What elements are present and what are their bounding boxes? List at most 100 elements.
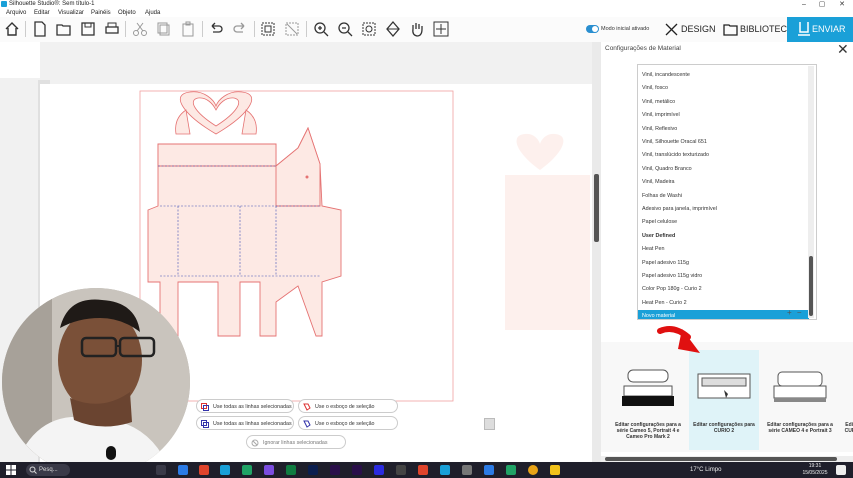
ignore-icon [251, 439, 259, 447]
machine-cameo5-label: Editar configurações para a série Cameo … [615, 422, 681, 440]
tab-library[interactable]: BIBLIOTECA [723, 22, 793, 37]
tab-send-label: ENVIAR [812, 24, 846, 34]
app-icon-5[interactable] [264, 465, 274, 475]
menu-visualizar[interactable]: Visualizar [58, 9, 84, 17]
material-item[interactable]: Vinil, Reflexivo [638, 123, 809, 136]
redo-icon[interactable] [231, 20, 249, 38]
add-material-button[interactable]: + [787, 308, 792, 317]
app-icon-4[interactable] [242, 465, 252, 475]
app-icon-11[interactable] [396, 465, 406, 475]
material-item[interactable]: Heat Pen [638, 243, 809, 256]
menu-paineis[interactable]: Painéis [91, 9, 111, 17]
app-icon-1[interactable] [178, 465, 188, 475]
ungroup-icon[interactable] [283, 20, 301, 38]
menu-ajuda[interactable]: Ajuda [145, 9, 160, 17]
popup-use-all-lines-2[interactable]: Use todas as linhas selecionadas [196, 416, 294, 430]
zoom-in-icon[interactable] [312, 20, 330, 38]
material-item[interactable]: Novo material [638, 310, 809, 319]
machine-curio-label: Edit CUR [844, 422, 853, 434]
material-item[interactable]: Vinil, translúcido texturizado [638, 149, 809, 162]
app-icon-13[interactable] [440, 465, 450, 475]
material-item[interactable]: Heat Pen - Curio 2 [638, 297, 809, 310]
move-icon[interactable] [432, 20, 450, 38]
notification-icon[interactable] [836, 465, 846, 475]
copy-icon[interactable] [155, 20, 173, 38]
undo-icon[interactable] [207, 20, 225, 38]
search-icon [29, 466, 37, 474]
tab-design[interactable]: DESIGN [664, 22, 722, 37]
windows-start-icon[interactable] [6, 465, 16, 475]
machine-curio[interactable]: Edit CUR [841, 350, 853, 450]
menu-editar[interactable]: Editar [34, 9, 50, 17]
app-icon-15[interactable] [484, 465, 494, 475]
home-icon[interactable] [3, 20, 21, 38]
material-item[interactable]: Vinil, metálico [638, 96, 809, 109]
file-explorer-icon[interactable] [550, 465, 560, 475]
popup-use-edge-2[interactable]: Use o esboço de seleção [298, 416, 398, 430]
taskbar-clock[interactable]: 19:31 15/05/2025 [800, 463, 830, 477]
app-icon-2[interactable] [199, 465, 209, 475]
machine-cameo4[interactable]: Editar configurações para a série CAMEO … [765, 350, 835, 450]
zoom-selection-icon[interactable] [360, 20, 378, 38]
open-folder-icon[interactable] [55, 20, 73, 38]
material-list[interactable]: Vinil, incandescente Vinil, fosco Vinil, m… [637, 64, 817, 320]
premiere-icon[interactable] [352, 465, 362, 475]
material-item[interactable]: Adesivo para janela, imprimível [638, 203, 809, 216]
excel-icon[interactable] [286, 465, 296, 475]
material-item[interactable]: Vinil, Silhouette Oracal 651 [638, 136, 809, 149]
material-item[interactable]: Vinil, incandescente [638, 69, 809, 82]
menu-arquivo[interactable]: Arquivo [6, 9, 26, 17]
new-file-icon[interactable] [31, 20, 49, 38]
material-item[interactable]: Papel adesivo 115g vidro [638, 270, 809, 283]
app-icon-16[interactable] [506, 465, 516, 475]
machine-cameo5[interactable]: Editar configurações para a série Cameo … [613, 350, 683, 450]
material-item[interactable]: Folhas de Washi [638, 190, 809, 203]
zoom-out-icon[interactable] [336, 20, 354, 38]
material-item[interactable]: Color Pop 180g - Curio 2 [638, 283, 809, 296]
canvas-vertical-scrollbar[interactable] [592, 42, 601, 462]
task-view-icon[interactable] [156, 465, 166, 475]
panel-close-icon[interactable]: ✕ [837, 42, 849, 56]
popup-use-all-lines-1[interactable]: Use todas as linhas selecionadas [196, 399, 294, 413]
pan-hand-icon[interactable] [408, 20, 426, 38]
taskbar-search[interactable]: Pesq... [26, 464, 70, 476]
material-item[interactable]: Papel adesivo 115g [638, 257, 809, 270]
panel-toggle-icon[interactable] [484, 418, 495, 430]
save-icon[interactable] [79, 20, 97, 38]
fit-page-icon[interactable] [384, 20, 402, 38]
material-item[interactable]: Vinil, Madeira [638, 176, 809, 189]
start-mode-toggle[interactable] [586, 25, 599, 33]
paste-icon[interactable] [179, 20, 197, 38]
popup-use-edge-1[interactable]: Use o esboço de seleção [298, 399, 398, 413]
maximize-button[interactable]: ▢ [814, 0, 830, 9]
app-icon-14[interactable] [462, 465, 472, 475]
popup-use-all-lines-2-label: Use todas as linhas selecionadas [213, 421, 292, 427]
close-window-button[interactable]: ✕ [834, 0, 850, 9]
material-item[interactable]: Vinil, fosco [638, 82, 809, 95]
chrome-icon[interactable] [528, 465, 538, 475]
material-list-scrollbar[interactable] [808, 66, 814, 318]
popup-ignore-lines[interactable]: Ignorar linhas selecionadas [246, 435, 346, 449]
machine-curio2[interactable]: Editar configurações para CURIO 2 [689, 350, 759, 450]
material-item[interactable]: User Defined [638, 230, 809, 243]
menu-objeto[interactable]: Objeto [118, 9, 136, 17]
minimize-button[interactable]: – [796, 0, 812, 9]
taskbar-time: 19:31 [808, 463, 822, 469]
edge-icon [303, 420, 311, 428]
machine-curio2-label: Editar configurações para CURIO 2 [693, 422, 755, 434]
after-effects-icon[interactable] [330, 465, 340, 475]
print-icon[interactable] [103, 20, 121, 38]
material-item[interactable]: Vinil, imprimível [638, 109, 809, 122]
remove-material-button[interactable]: − [797, 308, 802, 317]
media-encoder-icon[interactable] [374, 465, 384, 475]
taskbar-weather[interactable]: 17°C Limpo [690, 462, 721, 478]
photoshop-icon[interactable] [308, 465, 318, 475]
cut-icon[interactable] [131, 20, 149, 38]
app-icon-12[interactable] [418, 465, 428, 475]
group-icon[interactable] [259, 20, 277, 38]
tab-send[interactable]: ENVIAR [787, 17, 853, 42]
start-mode-label: Modo inicial ativado [601, 26, 650, 32]
silhouette-taskbar-icon[interactable] [220, 465, 230, 475]
material-item[interactable]: Papel celulose [638, 216, 809, 229]
material-item[interactable]: Vinil, Quadro Branco [638, 163, 809, 176]
